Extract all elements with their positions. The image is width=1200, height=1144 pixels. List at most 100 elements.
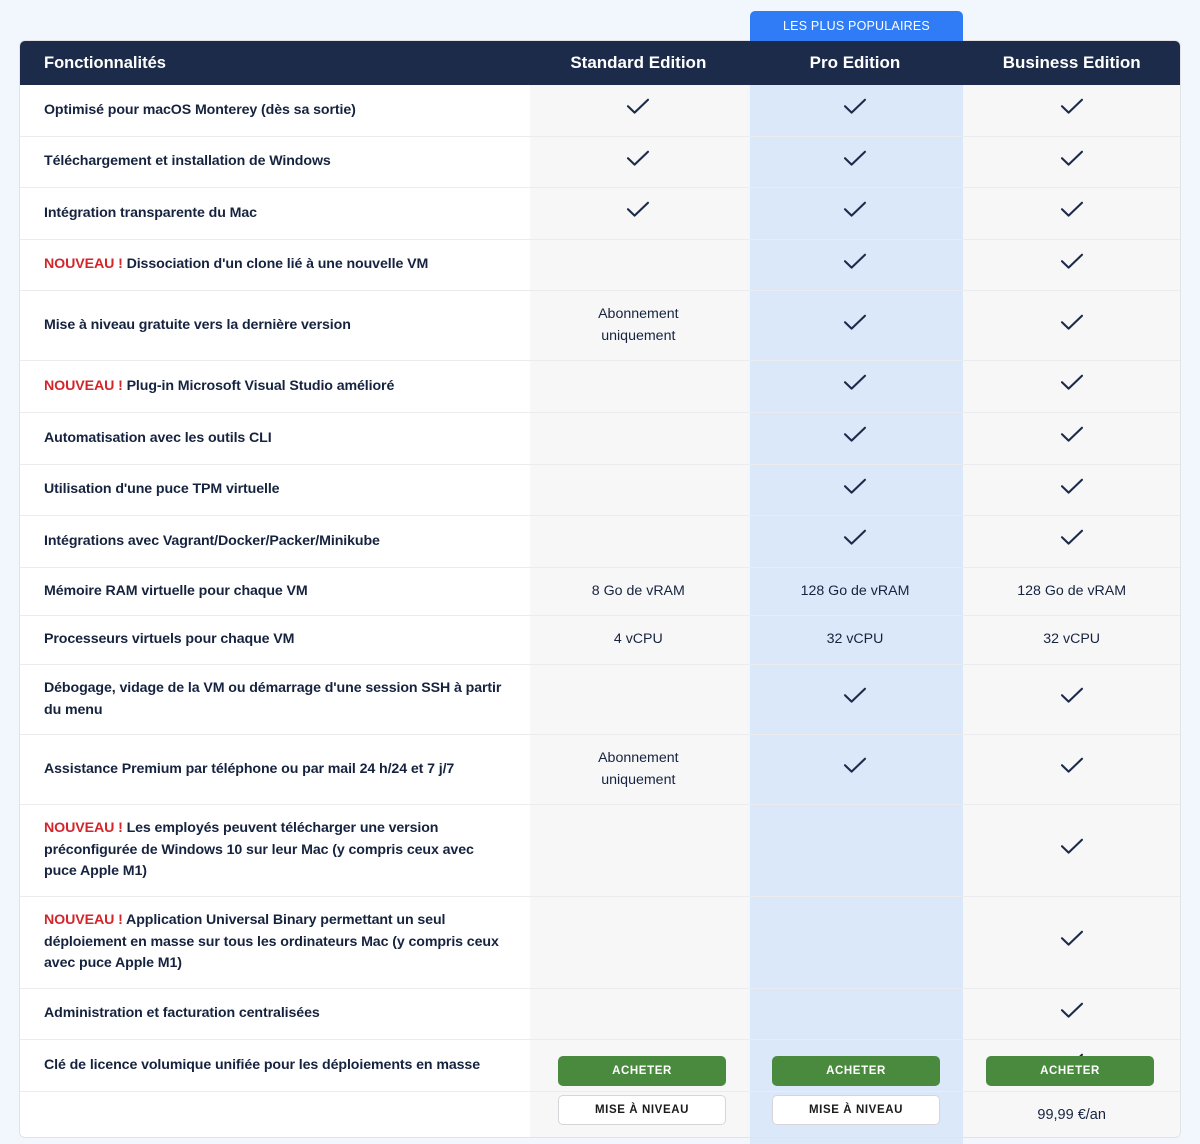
feature-label: Intégration transparente du Mac xyxy=(44,204,257,221)
check-icon xyxy=(843,426,867,443)
check-icon xyxy=(843,374,867,391)
check-icon xyxy=(843,201,867,218)
check-icon xyxy=(843,314,867,331)
value-pro-edition: 32 vCPU xyxy=(826,631,884,648)
table-row: Assistance Premium par téléphone ou par … xyxy=(20,734,1180,805)
cell-standard-edition xyxy=(530,463,747,516)
feature-cell: Automatisation avec les outils CLI xyxy=(20,412,530,465)
feature-cell: Mise à niveau gratuite vers la dernière … xyxy=(20,290,530,361)
feature-cell: Assistance Premium par téléphone ou par … xyxy=(20,734,530,805)
table-row: NOUVEAU ! Application Universal Binary p… xyxy=(20,895,1180,989)
cell-business-edition xyxy=(963,187,1180,240)
table-row: Utilisation d'une puce TPM virtuelle xyxy=(20,463,1180,516)
feature-cell: NOUVEAU ! Plug-in Microsoft Visual Studi… xyxy=(20,360,530,413)
feature-label: Automatisation avec les outils CLI xyxy=(44,429,272,446)
table-row: Automatisation avec les outils CLI xyxy=(20,412,1180,465)
check-icon xyxy=(626,150,650,167)
feature-cell: NOUVEAU ! Dissociation d'un clone lié à … xyxy=(20,238,530,291)
cell-standard-edition xyxy=(530,85,747,137)
cell-business-edition xyxy=(963,804,1180,897)
check-icon xyxy=(1060,478,1084,495)
value-standard-edition: Abonnement uniquement xyxy=(598,750,679,788)
feature-cell: Intégrations avec Vagrant/Docker/Packer/… xyxy=(20,515,530,568)
header-business-edition: Business Edition xyxy=(963,41,1180,85)
new-tag: NOUVEAU ! xyxy=(44,820,123,837)
feature-cell: Intégration transparente du Mac xyxy=(20,187,530,240)
cta-column-standard-edition: ACHETER MISE À NIVEAU xyxy=(534,1056,750,1125)
feature-label: Utilisation d'une puce TPM virtuelle xyxy=(44,481,280,498)
value-business-edition: 128 Go de vRAM xyxy=(1017,582,1127,599)
value-business-edition: 32 vCPU xyxy=(1043,631,1101,648)
most-popular-label: LES PLUS POPULAIRES xyxy=(783,19,930,33)
cell-standard-edition: 4 vCPU xyxy=(530,615,747,665)
feature-label: Téléchargement et installation de Window… xyxy=(44,153,331,170)
cell-pro-edition xyxy=(746,135,964,188)
feature-cell: NOUVEAU ! Application Universal Binary p… xyxy=(20,895,530,989)
feature-cell: Débogage, vidage de la VM ou démarrage d… xyxy=(20,663,530,735)
most-popular-badge: LES PLUS POPULAIRES xyxy=(750,11,963,41)
cta-column-pro-edition: ACHETER MISE À NIVEAU xyxy=(748,1056,964,1125)
check-icon xyxy=(626,201,650,218)
table-row: NOUVEAU ! Les employés peuvent télécharg… xyxy=(20,804,1180,897)
feature-cell: Mémoire RAM virtuelle pour chaque VM xyxy=(20,566,530,616)
cell-standard-edition xyxy=(530,515,747,568)
cell-pro-edition xyxy=(746,412,964,465)
cell-pro-edition xyxy=(746,663,964,735)
check-icon xyxy=(843,478,867,495)
check-icon xyxy=(843,687,867,704)
table-row: Mémoire RAM virtuelle pour chaque VM 8 Go… xyxy=(20,566,1180,616)
feature-label: Mise à niveau gratuite vers la dernière … xyxy=(44,317,351,334)
check-icon xyxy=(843,529,867,546)
new-tag: NOUVEAU ! xyxy=(44,911,123,928)
cell-pro-edition xyxy=(746,290,964,361)
feature-label: Plug-in Microsoft Visual Studio amélioré xyxy=(126,377,395,394)
cell-standard-edition xyxy=(530,187,747,240)
comparison-table-container: Fonctionnalités Standard Edition Pro Edi… xyxy=(20,41,1180,1138)
pricing-comparison-page: LES PLUS POPULAIRES Fonctionnalités Stan… xyxy=(0,0,1200,1144)
feature-cell: Optimisé pour macOS Monterey (dès sa sor… xyxy=(20,85,530,137)
cell-business-edition xyxy=(963,515,1180,568)
cell-standard-edition: Abonnement uniquement xyxy=(530,734,747,805)
feature-cell: NOUVEAU ! Les employés peuvent télécharg… xyxy=(20,804,530,897)
feature-cell: Téléchargement et installation de Window… xyxy=(20,135,530,188)
table-row: Intégration transparente du Mac xyxy=(20,187,1180,240)
feature-label: Assistance Premium par téléphone ou par … xyxy=(44,760,455,777)
upgrade-button-pro-edition[interactable]: MISE À NIVEAU xyxy=(772,1095,940,1125)
check-icon xyxy=(843,150,867,167)
feature-label: Mémoire RAM virtuelle pour chaque VM xyxy=(44,582,308,599)
cell-business-edition xyxy=(963,895,1180,989)
cell-business-edition xyxy=(963,734,1180,805)
cell-pro-edition xyxy=(746,463,964,516)
cell-standard-edition xyxy=(530,804,747,897)
header-pro-edition: Pro Edition xyxy=(746,41,964,85)
cta-footer: 30 JOUR GARANTIE SATISFAIT OU REMBOURSE … xyxy=(0,1022,1200,1144)
buy-button-pro-edition[interactable]: ACHETER xyxy=(772,1056,940,1086)
value-pro-edition: 128 Go de vRAM xyxy=(800,582,910,599)
upgrade-button-standard-edition[interactable]: MISE À NIVEAU xyxy=(558,1095,726,1125)
check-icon xyxy=(1060,314,1084,331)
check-icon xyxy=(1060,1002,1084,1019)
comparison-table: Fonctionnalités Standard Edition Pro Edi… xyxy=(20,41,1180,1138)
cell-standard-edition xyxy=(530,360,747,413)
cell-pro-edition xyxy=(746,804,964,897)
feature-label: Optimisé pour macOS Monterey (dès sa sor… xyxy=(44,101,356,118)
cta-column-business-edition: ACHETER xyxy=(962,1056,1178,1086)
check-icon xyxy=(843,253,867,270)
cell-standard-edition xyxy=(530,663,747,735)
cell-standard-edition: 8 Go de vRAM xyxy=(530,566,747,616)
cell-standard-edition xyxy=(530,412,747,465)
feature-cell: Processeurs virtuels pour chaque VM xyxy=(20,615,530,665)
feature-label: Dissociation d'un clone lié à une nouvel… xyxy=(126,256,429,273)
buy-button-business-edition[interactable]: ACHETER xyxy=(986,1056,1154,1086)
cell-pro-edition xyxy=(746,360,964,413)
cell-standard-edition: Abonnement uniquement xyxy=(530,290,747,361)
buy-button-standard-edition[interactable]: ACHETER xyxy=(558,1056,726,1086)
table-row: Débogage, vidage de la VM ou démarrage d… xyxy=(20,663,1180,735)
table-row: Mise à niveau gratuite vers la dernière … xyxy=(20,290,1180,361)
check-icon xyxy=(1060,687,1084,704)
check-icon xyxy=(1060,930,1084,947)
cell-business-edition xyxy=(963,238,1180,291)
cell-pro-edition xyxy=(746,187,964,240)
check-icon xyxy=(1060,253,1084,270)
cell-pro-edition: 128 Go de vRAM xyxy=(746,566,964,616)
